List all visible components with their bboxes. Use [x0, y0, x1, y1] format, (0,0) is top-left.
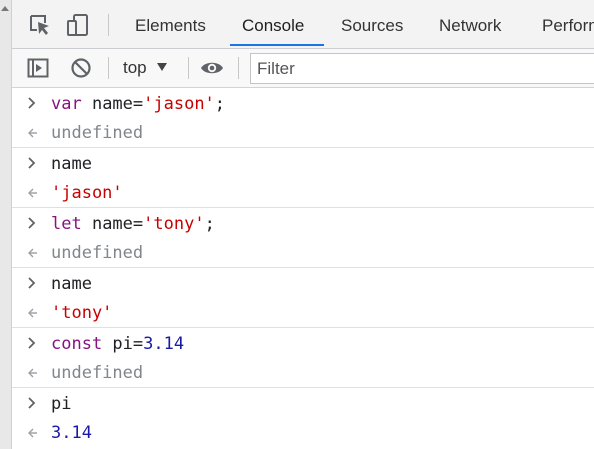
input-code: name [51, 274, 92, 294]
show-sidebar-icon[interactable] [27, 57, 49, 79]
console-output-line: 'jason' [12, 178, 594, 208]
code-keyword: let [51, 214, 82, 234]
inspect-element-icon[interactable] [29, 14, 51, 36]
input-code: var name='jason'; [51, 94, 225, 114]
context-label: top [123, 58, 147, 77]
tab-console[interactable]: Console [242, 0, 304, 47]
console-entry: name 'jason' [12, 148, 594, 208]
console-entry: const pi=3.14 undefined [12, 328, 594, 388]
console-entry: let name='tony'; undefined [12, 208, 594, 268]
input-prompt-chevron-icon [28, 157, 36, 169]
code-text: name= [81, 214, 144, 234]
console-output-line: undefined [12, 118, 594, 148]
console-toolbar: top Filter [12, 49, 594, 88]
clear-console-icon[interactable] [70, 57, 92, 79]
output-result-arrow-icon [28, 248, 37, 258]
context-selector[interactable]: top [123, 49, 167, 87]
input-prompt-chevron-icon [28, 397, 36, 409]
output-value: undefined [51, 243, 144, 263]
console-entry: var name='jason'; undefined [12, 88, 594, 148]
active-tab-indicator [230, 44, 324, 46]
code-text: pi= [102, 334, 144, 354]
console-output-line: 'tony' [12, 298, 594, 328]
device-toolbar-icon[interactable] [67, 14, 89, 36]
toolbar-divider-2 [188, 57, 189, 79]
input-prompt-chevron-icon [28, 97, 36, 109]
input-code: let name='tony'; [51, 214, 215, 234]
left-scroll-strip [0, 0, 12, 449]
output-result-arrow-icon [28, 368, 37, 378]
input-code: name [51, 154, 92, 174]
input-prompt-chevron-icon [28, 277, 36, 289]
output-value: 'jason' [51, 183, 123, 203]
input-code: const pi=3.14 [51, 334, 184, 354]
devtools-tabbar: Elements Console Sources Network Perform [12, 0, 594, 49]
code-string: 'jason' [143, 94, 215, 114]
output-result-arrow-icon [28, 188, 37, 198]
code-text: name= [81, 94, 144, 114]
input-code: pi [51, 394, 72, 414]
console-input-line[interactable]: pi [12, 388, 594, 418]
tab-network[interactable]: Network [439, 0, 501, 47]
input-prompt-chevron-icon [28, 217, 36, 229]
scroll-up-arrow-icon[interactable] [1, 6, 9, 11]
console-log: var name='jason'; undefined name 'jason'… [12, 88, 594, 447]
code-number: 3.14 [143, 334, 185, 354]
output-value: 3.14 [51, 423, 92, 443]
tab-sources[interactable]: Sources [341, 0, 403, 47]
tab-performance[interactable]: Perform [542, 0, 594, 47]
console-entry: name 'tony' [12, 268, 594, 328]
console-input-line[interactable]: var name='jason'; [12, 88, 594, 118]
console-input-line[interactable]: name [12, 148, 594, 178]
code-text: ; [214, 94, 226, 114]
output-result-arrow-icon [28, 428, 37, 438]
output-result-arrow-icon [28, 308, 37, 318]
code-keyword: var [51, 94, 82, 114]
tabbar-divider [108, 14, 109, 36]
output-value: 'tony' [51, 303, 113, 323]
output-result-arrow-icon [28, 128, 37, 138]
toolbar-divider-3 [238, 57, 239, 79]
console-output-line: undefined [12, 358, 594, 388]
output-value: undefined [51, 363, 144, 383]
code-string: 'tony' [143, 214, 205, 234]
code-text: ; [204, 214, 215, 234]
output-value: undefined [51, 123, 144, 143]
filter-placeholder: Filter [257, 59, 295, 78]
console-input-line[interactable]: name [12, 268, 594, 298]
console-entry: pi 3.14 [12, 388, 594, 447]
console-input-line[interactable]: const pi=3.14 [12, 328, 594, 358]
console-output-line: undefined [12, 238, 594, 268]
code-keyword: const [51, 334, 103, 354]
console-output-line: 3.14 [12, 418, 594, 448]
live-expression-eye-icon[interactable] [200, 57, 223, 79]
chevron-down-icon [156, 63, 167, 71]
input-prompt-chevron-icon [28, 337, 36, 349]
console-input-line[interactable]: let name='tony'; [12, 208, 594, 238]
tab-elements[interactable]: Elements [135, 0, 206, 47]
filter-input[interactable]: Filter [250, 53, 594, 84]
toolbar-divider [108, 57, 109, 79]
